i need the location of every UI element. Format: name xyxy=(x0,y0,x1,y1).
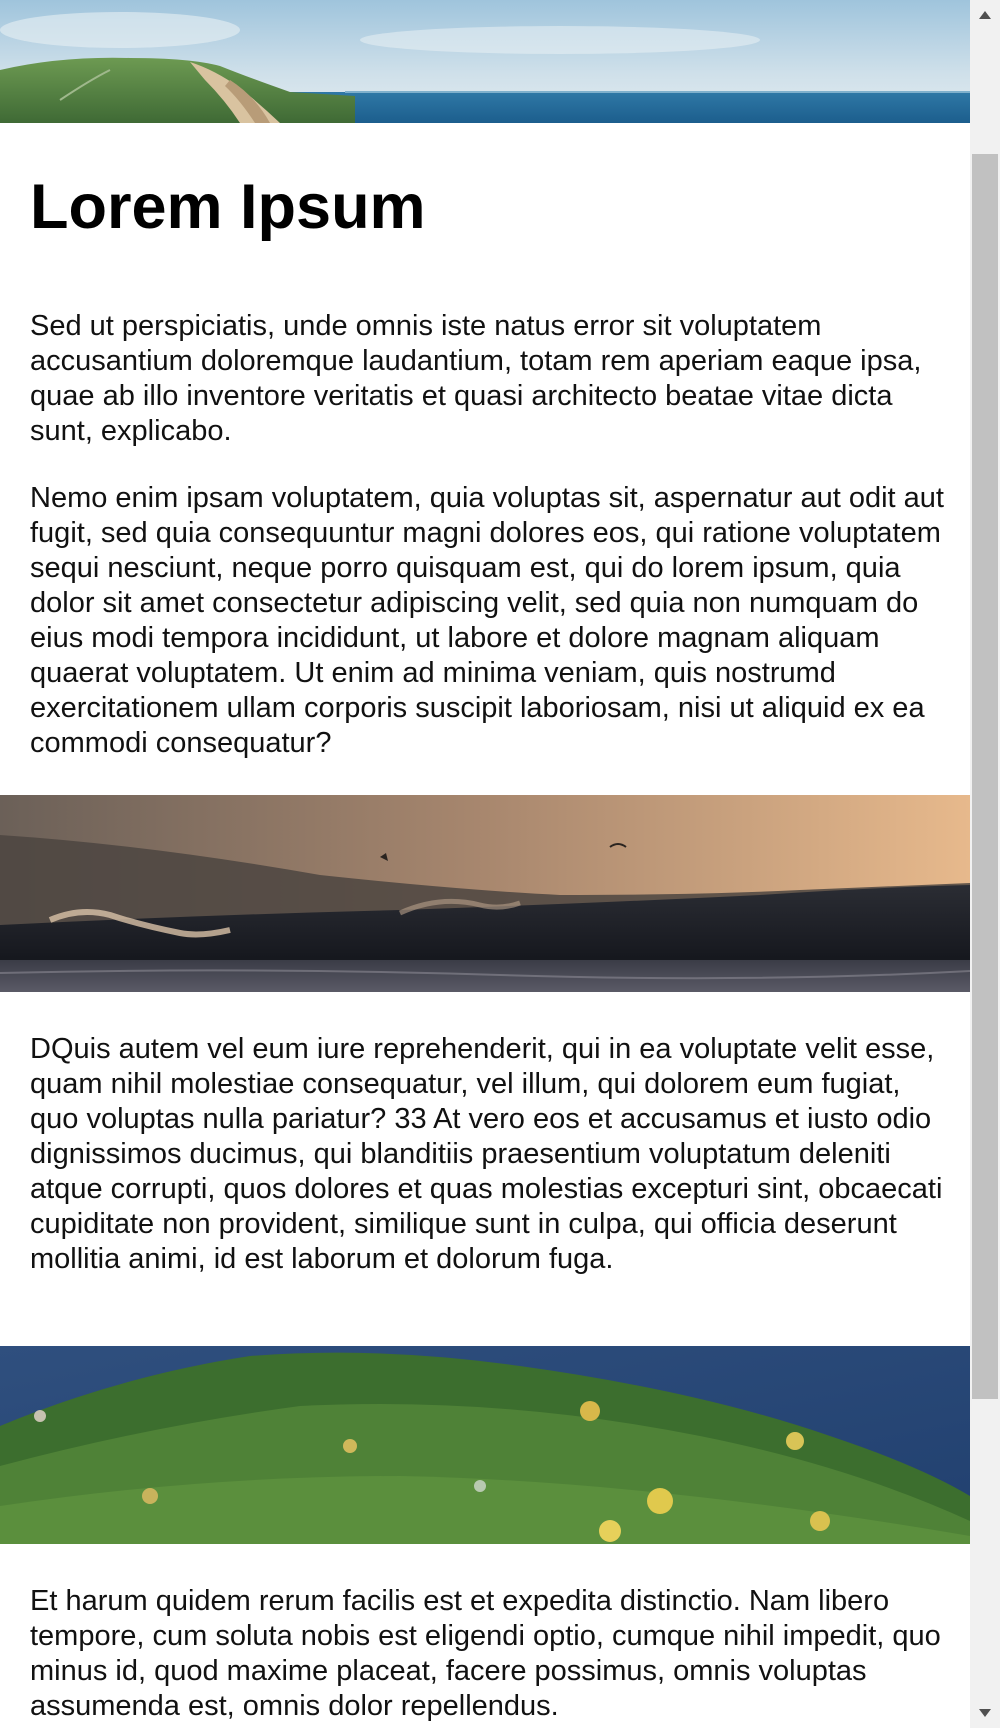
paragraph-4: Et harum quidem rerum facilis est et exp… xyxy=(30,1585,941,1722)
paragraph-1: Sed ut perspiciatis, unde omnis iste nat… xyxy=(30,310,922,447)
aerial-forest-graphic xyxy=(0,1346,970,1544)
paragraph-3: DQuis autem vel eum iure reprehenderit, … xyxy=(30,1033,943,1275)
coastal-cliff-image xyxy=(0,0,970,123)
coastal-cliff-graphic xyxy=(0,0,970,123)
ocean-wave-image xyxy=(0,795,970,992)
page-title: Lorem Ipsum xyxy=(30,172,426,242)
scroll-up-button[interactable] xyxy=(970,0,1000,30)
aerial-forest-image xyxy=(0,1346,970,1544)
scroll-down-button[interactable] xyxy=(970,1698,1000,1728)
ocean-wave-graphic xyxy=(0,795,970,992)
scroll-thumb[interactable] xyxy=(972,154,998,1399)
vertical-scrollbar[interactable] xyxy=(970,0,1000,1728)
paragraph-2: Nemo enim ipsam voluptatem, quia volupta… xyxy=(30,482,944,759)
triangle-up-icon xyxy=(979,11,991,19)
triangle-down-icon xyxy=(979,1709,991,1717)
page-content: Lorem Ipsum Sed ut perspiciatis, unde om… xyxy=(0,0,970,1728)
